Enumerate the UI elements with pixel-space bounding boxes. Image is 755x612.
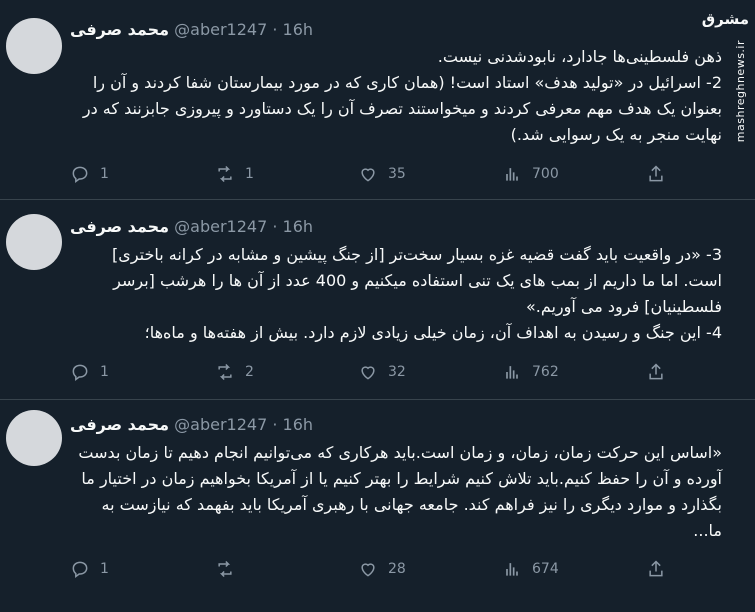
like-count: 28 <box>388 561 406 577</box>
tweet-line: 2- اسرائیل در «تولید هدف» استاد است! (هم… <box>82 73 722 144</box>
reply-button[interactable]: 1 <box>70 558 109 580</box>
share-button[interactable] <box>646 558 666 580</box>
reply-icon <box>72 364 88 381</box>
heart-icon <box>361 168 375 182</box>
tweet-actions: 1 2 32 762 <box>70 361 710 383</box>
views-count: 674 <box>532 561 559 577</box>
logo-mark: مشرق <box>701 10 749 28</box>
separator-dot: · <box>272 20 283 39</box>
tweet-line: 4- این جنگ و رسیدن به اهداف آن، زمان خیل… <box>144 323 722 342</box>
retweet-icon <box>218 363 232 381</box>
views-button[interactable]: 674 <box>502 558 559 580</box>
like-button[interactable]: 35 <box>358 163 406 185</box>
reply-icon <box>72 561 88 578</box>
heart-icon <box>361 563 375 577</box>
like-button[interactable]: 28 <box>358 558 406 580</box>
views-icon <box>506 563 518 576</box>
watermark-site: mashreghnews.ir <box>734 40 747 143</box>
avatar[interactable] <box>6 410 62 466</box>
tweet-actions: 1 1 35 700 <box>70 163 710 185</box>
tweet-text: ذهن فلسطینی‌ها جادارد، نابودشدنی نیست. 2… <box>70 44 722 148</box>
separator-dot: · <box>272 217 283 236</box>
share-button[interactable] <box>646 361 666 383</box>
retweet-button[interactable]: 1 <box>215 163 254 185</box>
reply-button[interactable]: 1 <box>70 163 109 185</box>
share-icon <box>649 165 663 182</box>
tweet-actions: 1 28 674 <box>70 558 710 580</box>
views-count: 762 <box>532 364 559 380</box>
tweet-header: محمد صرفی @aber1247 · 16h <box>70 217 313 236</box>
mashregh-logo: مشرق <box>701 10 749 28</box>
reply-icon <box>72 166 88 183</box>
views-count: 700 <box>532 166 559 182</box>
avatar[interactable] <box>6 214 62 270</box>
author-handle[interactable]: @aber1247 <box>174 415 267 434</box>
views-button[interactable]: 762 <box>502 361 559 383</box>
tweet-time[interactable]: 16h <box>283 217 314 236</box>
like-count: 32 <box>388 364 406 380</box>
tweet-text: 3- «در واقعیت باید گفت قضیه غزه بسیار سخ… <box>70 242 722 346</box>
reply-button[interactable]: 1 <box>70 361 109 383</box>
views-icon <box>506 366 518 379</box>
share-button[interactable] <box>646 163 666 185</box>
share-icon <box>649 560 663 577</box>
tweet-line: 3- «در واقعیت باید گفت قضیه غزه بسیار سخ… <box>112 245 722 316</box>
retweet-count: 2 <box>245 364 254 380</box>
retweet-button[interactable]: 2 <box>215 361 254 383</box>
reply-count: 1 <box>100 561 109 577</box>
retweet-icon <box>218 165 232 183</box>
tweet-time[interactable]: 16h <box>283 20 314 39</box>
share-icon <box>649 363 663 380</box>
retweet-icon <box>218 560 232 578</box>
author-name[interactable]: محمد صرفی <box>70 217 169 236</box>
reply-count: 1 <box>100 166 109 182</box>
heart-icon <box>361 366 375 380</box>
tweet-header: محمد صرفی @aber1247 · 16h <box>70 415 313 434</box>
tweet-text: «اساس این حرکت زمان، زمان، و زمان است.با… <box>70 440 722 544</box>
author-name[interactable]: محمد صرفی <box>70 415 169 434</box>
retweet-count: 1 <box>245 166 254 182</box>
views-button[interactable]: 700 <box>502 163 559 185</box>
views-icon <box>506 168 518 181</box>
like-button[interactable]: 32 <box>358 361 406 383</box>
tweet-header: محمد صرفی @aber1247 · 16h <box>70 20 313 39</box>
author-handle[interactable]: @aber1247 <box>174 20 267 39</box>
separator-dot: · <box>272 415 283 434</box>
tweet-line: «اساس این حرکت زمان، زمان، و زمان است.با… <box>78 443 722 540</box>
tweet-time[interactable]: 16h <box>283 415 314 434</box>
author-handle[interactable]: @aber1247 <box>174 217 267 236</box>
retweet-button[interactable] <box>215 558 245 580</box>
reply-count: 1 <box>100 364 109 380</box>
author-name[interactable]: محمد صرفی <box>70 20 169 39</box>
tweet-1[interactable]: محمد صرفی @aber1247 · 16h ذهن فلسطینی‌ها… <box>0 0 755 200</box>
tweet-3[interactable]: محمد صرفی @aber1247 · 16h «اساس این حرکت… <box>0 400 755 612</box>
tweet-2[interactable]: محمد صرفی @aber1247 · 16h 3- «در واقعیت … <box>0 200 755 400</box>
avatar[interactable] <box>6 18 62 74</box>
tweet-line: ذهن فلسطینی‌ها جادارد، نابودشدنی نیست. <box>437 47 722 66</box>
like-count: 35 <box>388 166 406 182</box>
